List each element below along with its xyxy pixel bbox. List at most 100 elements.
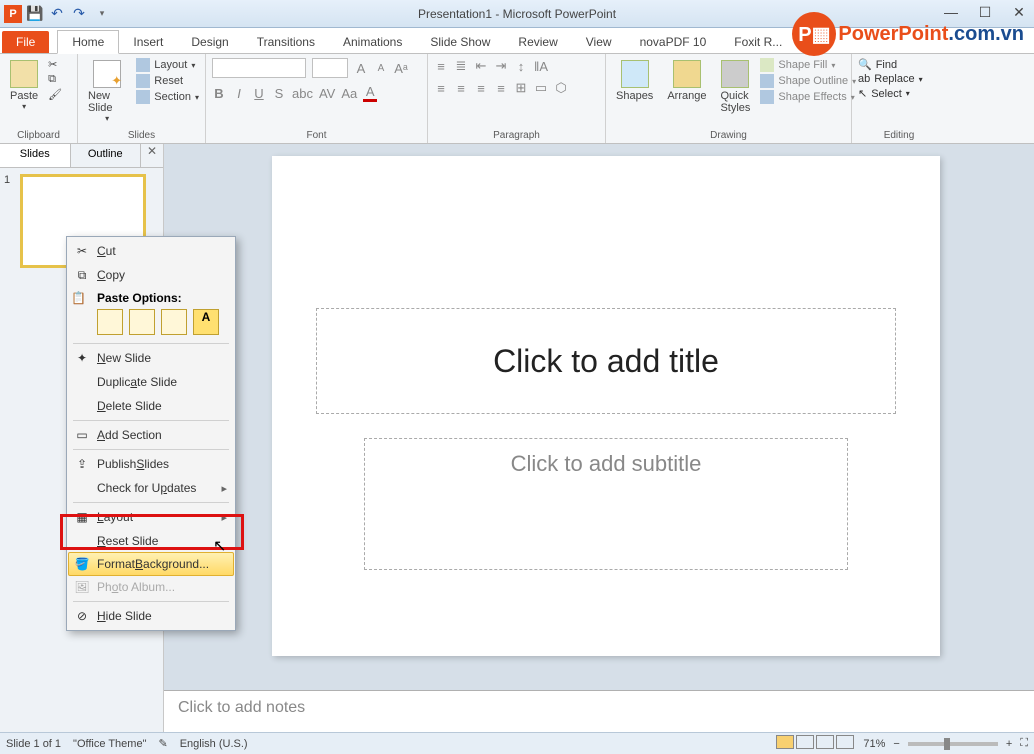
ctx-check-updates[interactable]: Check for Updates bbox=[69, 476, 233, 500]
font-size-combo[interactable] bbox=[312, 58, 348, 78]
ctx-format-background[interactable]: 🪣Format Background... bbox=[68, 552, 234, 576]
slide-canvas[interactable]: Click to add title Click to add subtitle bbox=[272, 156, 940, 656]
align-right-button[interactable]: ≡ bbox=[474, 81, 488, 96]
shadow-button[interactable]: abc bbox=[292, 86, 313, 101]
outline-icon bbox=[760, 74, 774, 88]
increase-indent-button[interactable]: ⇥ bbox=[494, 58, 508, 74]
shape-effects-button[interactable]: Shape Effects ▾ bbox=[760, 90, 856, 104]
paste-opt-2[interactable] bbox=[129, 309, 155, 335]
sorter-view-button[interactable] bbox=[796, 735, 814, 749]
fit-to-window-button[interactable]: ⛶ bbox=[1020, 737, 1028, 750]
undo-icon[interactable]: ↶ bbox=[48, 5, 66, 23]
tab-foxit[interactable]: Foxit R... bbox=[720, 31, 796, 53]
zoom-out-button[interactable]: − bbox=[893, 738, 899, 750]
find-icon: 🔍 bbox=[858, 58, 872, 71]
align-text-button[interactable]: ▭ bbox=[534, 80, 548, 96]
tab-home[interactable]: Home bbox=[57, 30, 119, 54]
panel-close-button[interactable]: ✕ bbox=[141, 144, 163, 167]
section-button[interactable]: Section ▾ bbox=[136, 90, 199, 104]
columns-button[interactable]: ⊞ bbox=[514, 80, 528, 96]
numbering-button[interactable]: ≣ bbox=[454, 58, 468, 74]
spellcheck-icon[interactable]: ✎ bbox=[158, 737, 167, 750]
italic-button[interactable]: I bbox=[232, 86, 246, 101]
ctx-layout[interactable]: ▦Layout bbox=[69, 505, 233, 529]
strikethrough-button[interactable]: S bbox=[272, 86, 286, 101]
underline-button[interactable]: U bbox=[252, 86, 266, 101]
cut-button[interactable]: ✂ bbox=[48, 58, 62, 71]
ctx-add-section[interactable]: ▭Add Section bbox=[69, 423, 233, 447]
group-drawing: Shapes Arrange Quick Styles Shape Fill ▾… bbox=[606, 54, 852, 143]
title-placeholder[interactable]: Click to add title bbox=[316, 308, 896, 414]
shrink-font-button[interactable]: A bbox=[374, 63, 388, 74]
replace-button[interactable]: abReplace ▾ bbox=[858, 73, 923, 85]
ctx-reset-slide[interactable]: Reset Slide bbox=[69, 529, 233, 553]
normal-view-button[interactable] bbox=[776, 735, 794, 749]
arrange-button[interactable]: Arrange bbox=[663, 58, 710, 104]
redo-icon[interactable]: ↷ bbox=[70, 5, 88, 23]
decrease-indent-button[interactable]: ⇤ bbox=[474, 58, 488, 74]
subtitle-placeholder[interactable]: Click to add subtitle bbox=[364, 438, 848, 570]
paste-button[interactable]: Paste▾ bbox=[6, 58, 42, 113]
new-slide-button[interactable]: ✦New Slide▾ bbox=[84, 58, 130, 125]
text-direction-button[interactable]: ‖A bbox=[534, 59, 548, 74]
quick-styles-button[interactable]: Quick Styles bbox=[716, 58, 754, 116]
clear-format-button[interactable]: Aᵃ bbox=[394, 61, 408, 76]
layout-button[interactable]: Layout ▾ bbox=[136, 58, 199, 72]
slide-editor[interactable]: Click to add title Click to add subtitle… bbox=[164, 144, 1034, 732]
slideshow-view-button[interactable] bbox=[836, 735, 854, 749]
ctx-paste-options: A bbox=[69, 307, 233, 341]
justify-button[interactable]: ≡ bbox=[494, 81, 508, 96]
ctx-duplicate[interactable]: Duplicate Slide bbox=[69, 370, 233, 394]
ctx-delete[interactable]: Delete Slide bbox=[69, 394, 233, 418]
find-button[interactable]: 🔍Find bbox=[858, 58, 923, 71]
file-tab[interactable]: File bbox=[2, 31, 49, 53]
qat-dropdown-icon[interactable] bbox=[92, 5, 110, 23]
bullets-button[interactable]: ≡ bbox=[434, 59, 448, 74]
grow-font-button[interactable]: A bbox=[354, 61, 368, 76]
align-center-button[interactable]: ≡ bbox=[454, 81, 468, 96]
publish-icon: ⇪ bbox=[73, 455, 91, 473]
sidetab-slides[interactable]: Slides bbox=[0, 144, 71, 167]
ctx-publish[interactable]: ⇪Publish Slides bbox=[69, 452, 233, 476]
tab-insert[interactable]: Insert bbox=[119, 31, 177, 53]
copy-icon: ⧉ bbox=[73, 266, 91, 284]
ctx-new-slide[interactable]: ✦New Slide bbox=[69, 346, 233, 370]
paste-opt-1[interactable] bbox=[97, 309, 123, 335]
char-spacing-button[interactable]: AV bbox=[319, 86, 335, 101]
notes-pane[interactable]: Click to add notes bbox=[164, 690, 1034, 732]
shape-fill-button[interactable]: Shape Fill ▾ bbox=[760, 58, 856, 72]
reset-button[interactable]: Reset bbox=[136, 74, 199, 88]
new-slide-icon: ✦ bbox=[73, 349, 91, 367]
reading-view-button[interactable] bbox=[816, 735, 834, 749]
paste-opt-4[interactable]: A bbox=[193, 309, 219, 335]
change-case-button[interactable]: Aa bbox=[341, 86, 357, 101]
zoom-level[interactable]: 71% bbox=[863, 738, 885, 750]
align-left-button[interactable]: ≡ bbox=[434, 81, 448, 96]
shape-outline-button[interactable]: Shape Outline ▾ bbox=[760, 74, 856, 88]
paste-opt-3[interactable] bbox=[161, 309, 187, 335]
tab-review[interactable]: Review bbox=[504, 31, 571, 53]
ctx-cut[interactable]: ✂CuCutt bbox=[69, 239, 233, 263]
format-painter-button[interactable]: 🖌 bbox=[48, 88, 62, 101]
font-name-combo[interactable] bbox=[212, 58, 306, 78]
save-icon[interactable]: 💾 bbox=[26, 5, 44, 23]
select-button[interactable]: ↖Select ▾ bbox=[858, 87, 923, 100]
tab-novapdf[interactable]: novaPDF 10 bbox=[626, 31, 721, 53]
shapes-button[interactable]: Shapes bbox=[612, 58, 657, 104]
tab-slideshow[interactable]: Slide Show bbox=[416, 31, 504, 53]
ctx-copy[interactable]: ⧉Copy bbox=[69, 263, 233, 287]
tab-transitions[interactable]: Transitions bbox=[243, 31, 329, 53]
zoom-in-button[interactable]: + bbox=[1006, 738, 1012, 750]
smartart-button[interactable]: ⬡ bbox=[554, 80, 568, 96]
font-color-button[interactable]: A bbox=[363, 84, 377, 102]
tab-view[interactable]: View bbox=[572, 31, 626, 53]
copy-button[interactable]: ⧉ bbox=[48, 73, 62, 86]
zoom-slider[interactable] bbox=[908, 742, 998, 746]
tab-design[interactable]: Design bbox=[177, 31, 242, 53]
tab-animations[interactable]: Animations bbox=[329, 31, 416, 53]
status-language[interactable]: English (U.S.) bbox=[180, 738, 248, 750]
sidetab-outline[interactable]: Outline bbox=[71, 144, 142, 167]
ctx-hide-slide[interactable]: ⊘Hide Slide bbox=[69, 604, 233, 628]
bold-button[interactable]: B bbox=[212, 86, 226, 101]
line-spacing-button[interactable]: ↕ bbox=[514, 59, 528, 74]
